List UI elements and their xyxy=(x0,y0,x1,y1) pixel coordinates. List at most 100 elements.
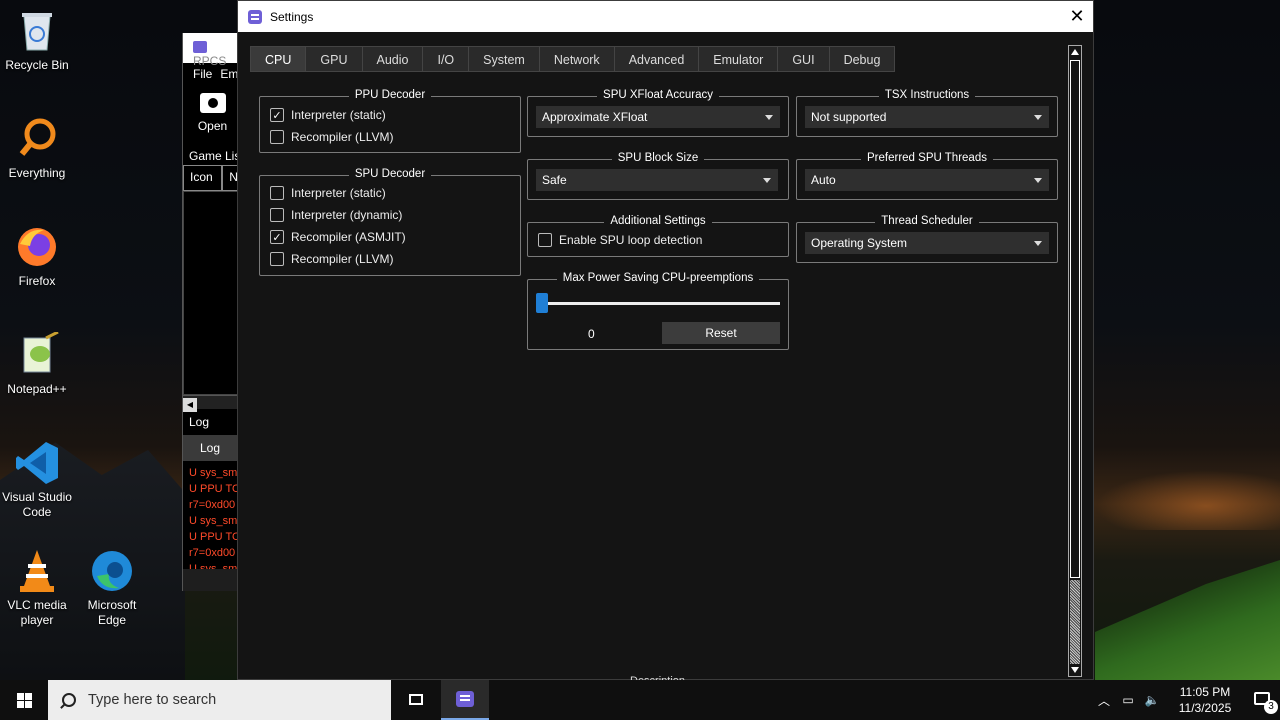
log-line: U sys_sm xyxy=(189,563,238,569)
close-icon: ✕ xyxy=(1069,6,1085,26)
scroll-up-icon[interactable] xyxy=(1069,46,1081,58)
power-saving-value: 0 xyxy=(588,327,595,341)
option-label: Interpreter (static) xyxy=(291,186,386,200)
power-saving-slider-track[interactable] xyxy=(542,302,780,305)
clock[interactable]: 11:05 PM 11/3/2025 xyxy=(1170,684,1240,716)
settings-vscrollbar[interactable] xyxy=(1068,45,1082,677)
desktop-icon-notepadpp[interactable]: Notepad++ xyxy=(0,330,74,397)
desktop-icon-vlc[interactable]: VLC media player xyxy=(0,548,74,628)
spu-block-size-dropdown[interactable]: Safe xyxy=(536,169,778,191)
dropdown-value: Approximate XFloat xyxy=(542,110,648,124)
tab-audio[interactable]: Audio xyxy=(361,46,423,72)
checkbox-unchecked[interactable] xyxy=(270,186,284,200)
power-saving-slider-handle[interactable] xyxy=(536,293,548,313)
spu-xfloat-dropdown[interactable]: Approximate XFloat xyxy=(536,106,780,128)
tab-emulator[interactable]: Emulator xyxy=(698,46,778,72)
spu-interpreter-static-option[interactable]: Interpreter (static) xyxy=(270,186,386,200)
log-output[interactable]: U sys_sm U PPU TO r7=0xd00 U sys_sm U PP… xyxy=(183,461,242,569)
start-button[interactable] xyxy=(0,680,48,720)
settings-titlebar[interactable]: Settings ✕ xyxy=(238,1,1093,32)
tab-gui[interactable]: GUI xyxy=(777,46,829,72)
additional-settings-title: Additional Settings xyxy=(604,215,712,227)
thread-scheduler-dropdown[interactable]: Operating System xyxy=(805,232,1049,254)
everything-icon xyxy=(14,116,60,162)
game-list[interactable] xyxy=(183,191,242,395)
taskbar-search[interactable]: Type here to search xyxy=(48,680,391,720)
thread-scheduler-title: Thread Scheduler xyxy=(875,215,979,227)
show-hidden-icons-chevron-up-icon[interactable]: ︿ xyxy=(1092,692,1116,709)
reset-button[interactable]: Reset xyxy=(662,322,780,344)
desktop-icon-recycle-bin[interactable]: Recycle Bin xyxy=(0,8,74,73)
scrollbar-thumb[interactable] xyxy=(1070,60,1080,578)
chevron-down-icon xyxy=(1034,241,1042,246)
network-icon[interactable]: ▭ xyxy=(1116,693,1140,707)
checkbox-unchecked[interactable] xyxy=(270,130,284,144)
vlc-icon xyxy=(14,548,60,594)
tab-gpu[interactable]: GPU xyxy=(305,46,362,72)
checkbox-checked[interactable]: ✓ xyxy=(270,108,284,122)
spu-threads-dropdown[interactable]: Auto xyxy=(805,169,1049,191)
tab-system[interactable]: System xyxy=(468,46,539,72)
option-label: Recompiler (LLVM) xyxy=(291,130,394,144)
tab-debug[interactable]: Debug xyxy=(828,46,896,72)
log-dock-title: Log xyxy=(183,409,242,435)
tab-advanced[interactable]: Advanced xyxy=(613,46,699,72)
checkbox-checked[interactable]: ✓ xyxy=(270,230,284,244)
rpcs3-main-window[interactable]: RPCS File Em Open Game Lis Icon N ◀ Log L… xyxy=(182,33,242,591)
main-window-menubar: File Em xyxy=(183,63,242,85)
spu-xfloat-group: SPU XFloat Accuracy Approximate XFloat xyxy=(527,89,789,137)
scroll-down-icon[interactable] xyxy=(1069,664,1081,676)
option-label: Enable SPU loop detection xyxy=(559,233,703,247)
rpcs3-app-icon xyxy=(456,691,474,707)
clock-date: 11/3/2025 xyxy=(1178,701,1232,715)
spu-recompiler-asmjit-option[interactable]: ✓ Recompiler (ASMJIT) xyxy=(270,230,406,244)
notifications-button[interactable]: 3 xyxy=(1246,680,1280,720)
search-placeholder: Type here to search xyxy=(88,692,217,708)
spu-threads-title: Preferred SPU Threads xyxy=(861,152,993,164)
spu-xfloat-title: SPU XFloat Accuracy xyxy=(597,89,719,101)
close-button[interactable]: ✕ xyxy=(1061,1,1093,32)
open-icon xyxy=(199,93,226,113)
settings-title: Settings xyxy=(270,9,314,24)
tab-cpu[interactable]: CPU xyxy=(250,46,306,72)
volume-muted-icon[interactable]: 🔈 xyxy=(1140,693,1164,707)
spu-interpreter-dynamic-option[interactable]: Interpreter (dynamic) xyxy=(270,208,402,222)
tsx-dropdown[interactable]: Not supported xyxy=(805,106,1049,128)
spu-threads-group: Preferred SPU Threads Auto xyxy=(796,152,1058,200)
desktop-icon-everything[interactable]: Everything xyxy=(0,116,74,181)
edge-icon xyxy=(89,548,135,594)
checkbox-unchecked[interactable] xyxy=(270,252,284,266)
toolbar-open-button[interactable]: Open xyxy=(183,85,242,145)
spu-loop-detection-option[interactable]: Enable SPU loop detection xyxy=(538,233,702,247)
log-tab[interactable]: Log xyxy=(183,435,237,461)
menu-file[interactable]: File xyxy=(193,67,212,81)
option-label: Recompiler (ASMJIT) xyxy=(291,230,406,244)
menu-emulation[interactable]: Em xyxy=(220,67,238,81)
log-line: r7=0xd00 xyxy=(189,499,236,511)
ppu-recompiler-llvm-option[interactable]: Recompiler (LLVM) xyxy=(270,130,393,144)
main-window-titlebar[interactable]: RPCS xyxy=(183,33,242,68)
checkbox-unchecked[interactable] xyxy=(538,233,552,247)
ppu-interpreter-static-option[interactable]: ✓ Interpreter (static) xyxy=(270,108,386,122)
option-label: Recompiler (LLVM) xyxy=(291,252,394,266)
clock-time: 11:05 PM xyxy=(1179,685,1231,699)
desktop-icon-edge[interactable]: Microsoft Edge xyxy=(75,548,149,628)
task-view-button[interactable] xyxy=(391,680,441,720)
game-list-hscrollbar[interactable]: ◀ xyxy=(183,395,242,412)
tab-network[interactable]: Network xyxy=(538,46,614,72)
scroll-left-icon[interactable]: ◀ xyxy=(183,398,197,412)
log-line: U PPU TO xyxy=(189,531,241,543)
option-label: Interpreter (dynamic) xyxy=(291,208,403,222)
column-header-icon[interactable]: Icon xyxy=(183,165,223,191)
taskbar-app-rpcs3[interactable] xyxy=(441,680,489,720)
rpcs3-app-icon xyxy=(193,41,207,53)
desktop-icon-firefox[interactable]: Firefox xyxy=(0,224,74,289)
tab-io[interactable]: I/O xyxy=(422,46,469,72)
spu-block-size-title: SPU Block Size xyxy=(611,152,705,164)
spu-recompiler-llvm-option[interactable]: Recompiler (LLVM) xyxy=(270,252,393,266)
checkbox-unchecked[interactable] xyxy=(270,208,284,222)
settings-dialog[interactable]: Settings ✕ CPU GPU Audio I/O System Netw… xyxy=(237,0,1094,681)
tsx-title: TSX Instructions xyxy=(878,89,976,101)
desktop-icon-vscode[interactable]: Visual Studio Code xyxy=(0,440,74,520)
scrollbar-track[interactable] xyxy=(1070,580,1080,664)
